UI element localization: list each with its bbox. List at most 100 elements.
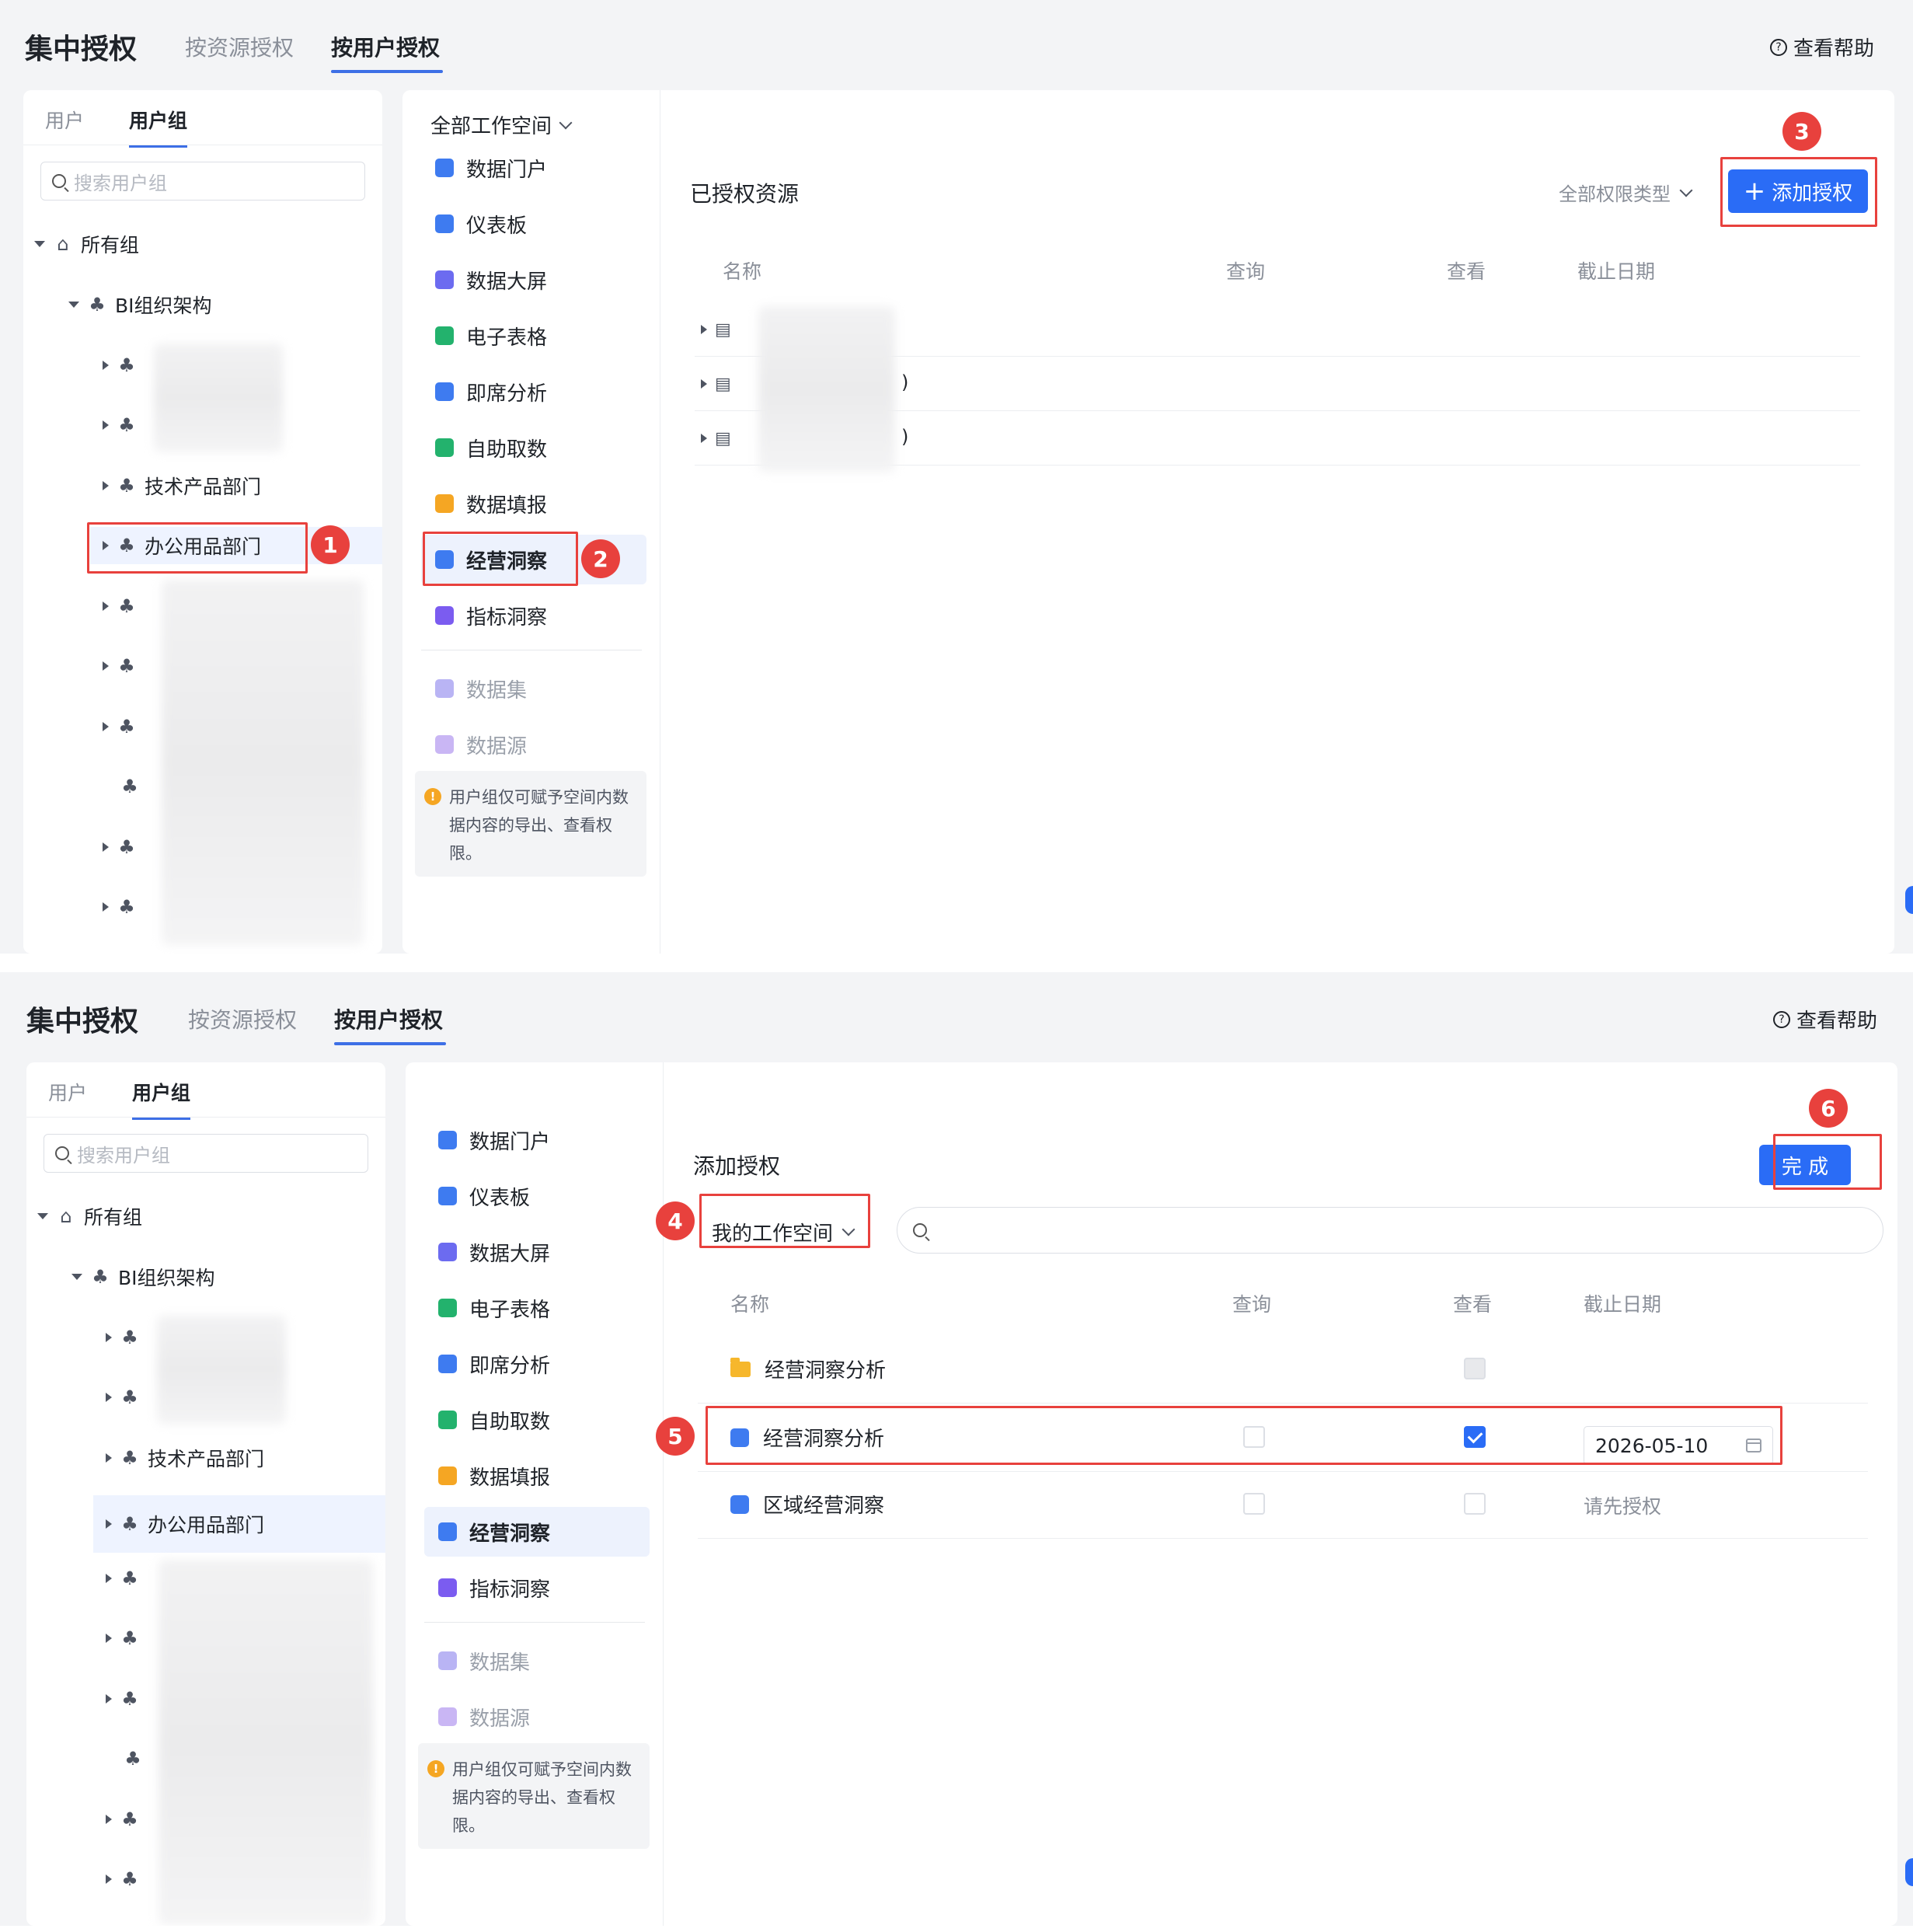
tree-org[interactable]: ♣ BI组织架构 [68,286,212,323]
add-authorization-panel: 添加授权 完 成 我的工作空间 名称 查询 查看 截止日期 经营洞察分析 经营洞… [664,1062,1897,1926]
org-icon: ♣ [121,1808,138,1830]
tree-dept[interactable]: ♣ [103,647,137,685]
table-row[interactable]: ▤ [701,420,731,457]
tree-dept[interactable]: ♣ [120,768,140,805]
chevron-right-icon [106,1874,112,1884]
nav-item[interactable]: 指标洞察 [421,591,646,640]
tree-dept[interactable]: ♣ [106,1620,140,1657]
nav-item-label: 指标洞察 [469,1578,551,1602]
nav-item[interactable]: 数据填报 [424,1451,650,1501]
nav-item[interactable]: 数据大屏 [421,255,646,305]
tab-by-user[interactable]: 按用户授权 [334,1003,443,1034]
nav-item[interactable]: 电子表格 [424,1283,650,1333]
tree-dept[interactable]: ♣ [106,1680,140,1718]
nav-item[interactable]: 数据门户 [421,143,646,193]
done-button[interactable]: 完 成 [1759,1145,1851,1185]
group-search-input[interactable]: 搜索用户组 [40,162,365,201]
blurred-region [162,580,364,945]
calendar-icon [1746,1439,1761,1452]
nav-item-disabled: 数据源 [421,720,646,769]
nav-item[interactable]: 电子表格 [421,311,646,361]
tab-by-user[interactable]: 按用户授权 [331,31,440,62]
tree-dept[interactable]: ♣ [103,588,137,625]
tip-text: 用户组仅可赋予空间内数据内容的导出、查看权限。 [449,788,629,863]
workspace-label: 我的工作空间 [712,1222,834,1246]
workspace-dropdown[interactable]: 全部工作空间 [430,110,573,139]
table-row[interactable]: ▤ [701,311,731,348]
tab-user-groups[interactable]: 用户组 [132,1078,191,1120]
col-view: 查看 [1453,1293,1493,1316]
table-row[interactable]: ▤ [701,365,731,403]
nav-item[interactable]: 即席分析 [421,367,646,417]
tree-dept[interactable]: ♣ [103,888,137,926]
tree-dept-tech[interactable]: ♣ 技术产品部门 [103,467,261,504]
perm-type-filter[interactable]: 全部权限类型 [1559,179,1693,206]
org-icon: ♣ [118,595,135,617]
add-authorization-button[interactable]: + 添加授权 [1728,169,1868,213]
org-icon: ♣ [118,896,135,918]
blurred-region [154,344,283,452]
tree-root[interactable]: ⌂ 所有组 [37,1198,142,1235]
search-icon [913,1223,927,1237]
tab-by-resource[interactable]: 按资源授权 [185,31,294,62]
tree-dept[interactable]: ♣ [106,1801,140,1838]
tree-dept[interactable]: ♣ [106,1560,140,1597]
org-icon: ♣ [121,1868,138,1890]
tree-dept[interactable]: ♣ [123,1740,143,1777]
tree-dept[interactable]: ♣ [103,828,137,866]
workspace-dropdown[interactable]: 我的工作空间 [702,1210,864,1254]
tree-dept-office[interactable]: ♣ 办公用品部门 [93,1495,385,1553]
group-panel: 用户 用户组 搜索用户组 ⌂ 所有组 ♣ BI组织架构 ♣ ♣ ♣ 技术产品部门 ♣ 办… [26,1062,385,1926]
org-icon: ♣ [124,1748,141,1770]
table-row[interactable]: 区域经营洞察 [730,1490,884,1519]
org-icon: ♣ [121,1386,138,1408]
main-panel: 全部工作空间 数据门户 仪表板 数据大屏 电子表格 即席分析 自助取数 数据填报 经营洞察 指标… [402,90,1894,954]
floating-handle[interactable] [1905,1858,1913,1886]
tree-root[interactable]: ⌂ 所有组 [34,225,139,263]
resource-search-input[interactable] [897,1207,1883,1254]
deadline-date-picker[interactable]: 2026-05-10 [1584,1426,1773,1465]
query-checkbox[interactable] [1243,1426,1265,1448]
view-checkbox[interactable] [1464,1493,1486,1515]
help-link[interactable]: ? 查看帮助 [1772,1005,1877,1034]
tree-dept[interactable]: ♣ [103,406,137,444]
tree-dept[interactable]: ♣ [106,1379,140,1416]
group-search-input[interactable]: 搜索用户组 [44,1134,368,1173]
nav-item[interactable]: 经营洞察 [424,1507,650,1557]
nav-item[interactable]: 即席分析 [424,1339,650,1389]
tip-box: ! 用户组仅可赋予空间内数据内容的导出、查看权限。 [415,771,646,877]
table-row[interactable]: 经营洞察分析 [730,1355,886,1383]
query-checkbox[interactable] [1243,1493,1265,1515]
nav-item[interactable]: 仪表板 [424,1171,650,1221]
nav-item[interactable]: 数据大屏 [424,1227,650,1277]
table-row[interactable]: 经营洞察分析 [730,1423,884,1452]
help-link[interactable]: ? 查看帮助 [1769,33,1874,61]
nav-item[interactable]: 数据填报 [421,479,646,528]
tree-dept-tech[interactable]: ♣ 技术产品部门 [106,1439,264,1477]
nav-item[interactable]: 仪表板 [421,199,646,249]
tree-dept[interactable]: ♣ [103,347,137,384]
tab-by-resource[interactable]: 按资源授权 [188,1003,297,1034]
chevron-right-icon [103,661,109,671]
page-title: 集中授权 [25,33,138,65]
tree-dept[interactable]: ♣ [103,708,137,745]
database-icon: ▤ [715,428,731,448]
nav-item[interactable]: 自助取数 [424,1395,650,1445]
tab-users[interactable]: 用户 [45,106,84,148]
tree-dept[interactable]: ♣ [106,1861,140,1898]
resource-type-icon [435,735,454,754]
info-icon: ! [424,788,441,805]
floating-handle[interactable] [1905,886,1913,914]
nav-item[interactable]: 指标洞察 [424,1563,650,1613]
chevron-right-icon [103,842,109,852]
nav-item[interactable]: 数据门户 [424,1115,650,1165]
tab-user-groups[interactable]: 用户组 [129,106,188,148]
chevron-right-icon [106,1453,112,1463]
view-checkbox[interactable] [1464,1426,1486,1448]
tree-org[interactable]: ♣ BI组织架构 [71,1258,215,1296]
tree-dept[interactable]: ♣ [106,1319,140,1356]
nav-item[interactable]: 自助取数 [421,423,646,473]
view-checkbox[interactable] [1464,1358,1486,1379]
top-bar: 集中授权 按资源授权 按用户授权 ? 查看帮助 [0,972,1913,1058]
tab-users[interactable]: 用户 [48,1078,87,1120]
